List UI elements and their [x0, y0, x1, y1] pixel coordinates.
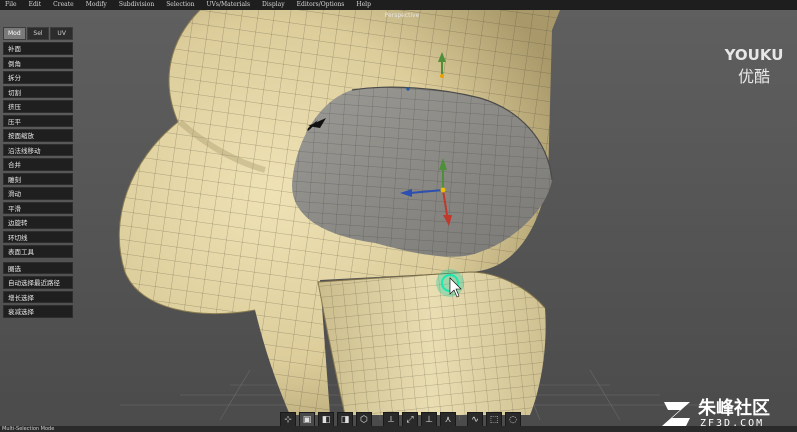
- selection-tool-button-1[interactable]: 圈选: [3, 261, 73, 274]
- tab-mod[interactable]: Mod: [3, 27, 26, 40]
- cursor-ring: [436, 269, 464, 298]
- paint-select-button[interactable]: ∿: [467, 412, 483, 426]
- bottom-toolbar: ⊹ ▣ ◧ ◨ ⬡ ⟂ ⤢ ⊥ ⋏ ∿ ⬚ ◌: [280, 412, 521, 426]
- menu-display[interactable]: Display: [256, 0, 291, 10]
- cube-button[interactable]: ◧: [318, 412, 334, 426]
- face-camera-button[interactable]: ▣: [299, 412, 315, 426]
- move-gizmo-button[interactable]: ⟂: [383, 412, 399, 426]
- tool-button-6[interactable]: 压平: [3, 114, 73, 127]
- universal-gizmo-button[interactable]: ⋏: [440, 412, 456, 426]
- hexagon-icon: ⬡: [360, 414, 368, 425]
- cube-icon: ◧: [321, 414, 331, 425]
- paint-select-icon: ∿: [471, 414, 479, 425]
- select-mode-icon: ⊹: [284, 414, 292, 425]
- tool-button-7[interactable]: 按面缩放: [3, 129, 73, 142]
- face-camera-icon: ▣: [302, 414, 312, 425]
- menu-subdivision[interactable]: Subdivision: [113, 0, 160, 10]
- toolbar-separator: [459, 412, 464, 426]
- menu-help[interactable]: Help: [350, 0, 377, 10]
- rotate-gizmo-icon: ⤢: [406, 414, 414, 425]
- tab-uv[interactable]: UV: [50, 27, 74, 40]
- menu-uvs-materials[interactable]: UVs/Materials: [201, 0, 257, 10]
- menu-file[interactable]: File: [0, 0, 23, 10]
- tool-button-8[interactable]: 沿法线移动: [3, 143, 73, 156]
- lower-mesh[interactable]: [317, 271, 546, 416]
- zf3d-watermark: 朱峰社区 ZF3D.COM: [660, 394, 790, 426]
- rotate-gizmo-button[interactable]: ⤢: [402, 412, 418, 426]
- tool-button-10[interactable]: 雕刻: [3, 172, 73, 185]
- zf3d-watermark-cn: 朱峰社区: [698, 398, 770, 419]
- tool-button-4[interactable]: 切割: [3, 85, 73, 98]
- tool-button-5[interactable]: 挤压: [3, 100, 73, 113]
- selection-tool-list: 圈选自动选择最近路径 增长选择衰减选择: [3, 261, 73, 318]
- cube-faces-button[interactable]: ◨: [337, 412, 353, 426]
- 3d-viewport[interactable]: Perspective Mod Sel UV 补面 倒角拆分 切割挤压 压平按面缩放 沿法线…: [0, 10, 797, 426]
- zf3d-watermark-en: ZF3D.COM: [700, 418, 765, 426]
- scene-canvas[interactable]: [0, 10, 797, 426]
- universal-gizmo-icon: ⋏: [444, 414, 452, 425]
- move-gizmo-icon: ⟂: [387, 414, 394, 425]
- modify-tool-list: 补面 倒角拆分 切割挤压 压平按面缩放 沿法线移动合并 雕刻滑动 平滑边旋转 环切线表面工具: [3, 42, 73, 258]
- tool-button-2[interactable]: 倒角: [3, 56, 73, 69]
- menu-edit[interactable]: Edit: [23, 0, 48, 10]
- youku-watermark-en: YOUKU: [724, 46, 784, 64]
- marquee-select-button[interactable]: ⬚: [486, 412, 502, 426]
- tab-sel[interactable]: Sel: [26, 27, 50, 40]
- tool-button-3[interactable]: 拆分: [3, 71, 73, 84]
- tool-panel: Mod Sel UV 补面 倒角拆分 切割挤压 压平按面缩放 沿法线移动合并 雕刻滑动 平滑边旋…: [3, 27, 74, 320]
- zf3d-logo-icon: [662, 402, 690, 426]
- select-mode-button[interactable]: ⊹: [280, 412, 296, 426]
- menu-selection[interactable]: Selection: [160, 0, 200, 10]
- selection-tool-button-3[interactable]: 增长选择: [3, 290, 73, 303]
- status-bar: Multi-Selection Mode: [0, 426, 797, 432]
- menu-create[interactable]: Create: [47, 0, 80, 10]
- lasso-select-button[interactable]: ◌: [505, 412, 521, 426]
- menu-bar: File Edit Create Modify Subdivision Selection…: [0, 0, 797, 10]
- cube-faces-icon: ◨: [340, 414, 350, 425]
- selection-tool-button-4[interactable]: 衰减选择: [3, 305, 73, 318]
- marquee-select-icon: ⬚: [489, 414, 499, 425]
- tool-button-11[interactable]: 滑动: [3, 187, 73, 200]
- tool-button-13[interactable]: 边旋转: [3, 216, 73, 229]
- youku-watermark: YOUKU 优酷: [724, 46, 784, 87]
- tool-button-14[interactable]: 环切线: [3, 230, 73, 243]
- selection-tool-button-2[interactable]: 自动选择最近路径: [3, 276, 73, 289]
- tool-button-15[interactable]: 表面工具: [3, 245, 73, 258]
- scale-gizmo-icon: ⊥: [425, 414, 433, 425]
- view-label: Perspective: [384, 12, 420, 19]
- tool-button-12[interactable]: 平滑: [3, 201, 73, 214]
- toolbar-separator: [375, 412, 380, 426]
- lasso-select-icon: ◌: [509, 414, 517, 425]
- menu-editors-options[interactable]: Editors/Options: [291, 0, 351, 10]
- tool-button-9[interactable]: 合并: [3, 158, 73, 171]
- menu-modify[interactable]: Modify: [80, 0, 113, 10]
- tool-button-1[interactable]: 补面: [3, 42, 73, 55]
- youku-watermark-cn: 优酷: [737, 67, 770, 86]
- hexagon-button[interactable]: ⬡: [356, 412, 372, 426]
- scale-gizmo-button[interactable]: ⊥: [421, 412, 437, 426]
- mode-tabs: Mod Sel UV: [3, 27, 74, 40]
